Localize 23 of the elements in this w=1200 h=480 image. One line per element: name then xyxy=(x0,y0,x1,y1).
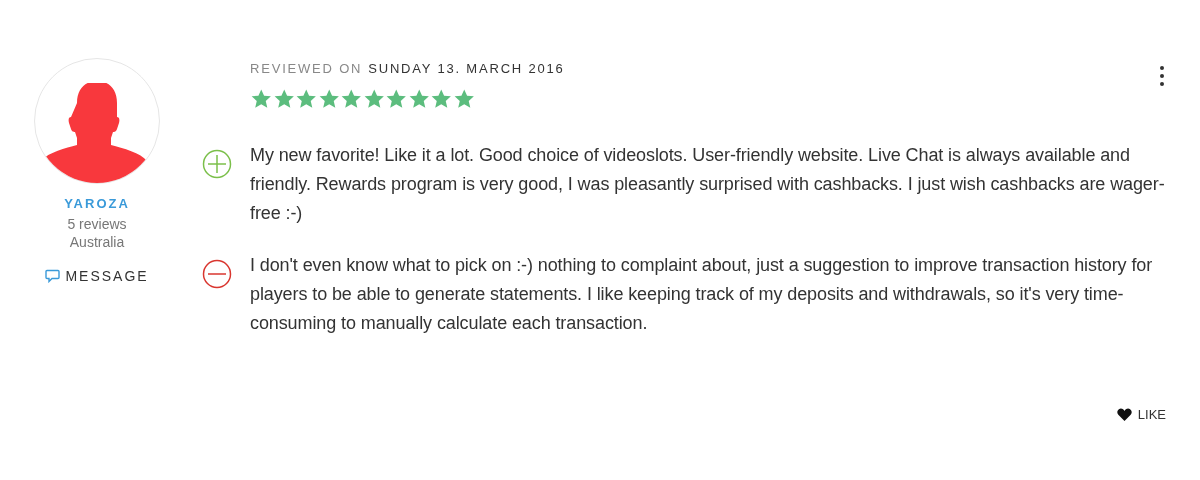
star-icon xyxy=(362,88,385,110)
message-link[interactable]: MESSAGE xyxy=(45,268,149,284)
reviewed-on-label: REVIEWED ON xyxy=(250,61,363,76)
star-icon xyxy=(272,88,295,110)
heart-icon xyxy=(1116,408,1132,421)
speech-bubble-icon xyxy=(45,269,61,283)
star-icon xyxy=(340,88,363,110)
minus-circle-icon xyxy=(202,259,232,289)
review-count: 5 reviews xyxy=(67,216,127,232)
more-options-icon[interactable] xyxy=(1160,66,1164,86)
plus-circle-icon xyxy=(202,149,232,179)
like-button[interactable]: LIKE xyxy=(1116,407,1166,422)
con-comment: I don't even know what to pick on :-) nothing to complaint about, just a suggestion to improve transaction history for players to be able to generate statements. I like keeping track of my deposits and withdrawals, so it's very time-consuming to manually calculate each transaction. xyxy=(250,254,1154,335)
star-icon xyxy=(295,88,318,110)
reviewer-country: Australia xyxy=(69,234,125,250)
star-icon xyxy=(250,88,273,110)
star-icon xyxy=(317,88,340,110)
star-icon xyxy=(452,88,475,110)
star-icon xyxy=(407,88,430,110)
star-icon xyxy=(385,88,408,110)
star-icon xyxy=(430,88,453,110)
pro-comment: My new favorite! Like it a lot. Good choice of videoslots. User-friendly website. Live Chat is always available and friendly. Rewards program is very good, I was pleasantly surprised with cashbacks. I just wish cashbacks are wager-free :-) xyxy=(250,144,1165,225)
review-date: SUNDAY 13. MARCH 2016 xyxy=(368,61,565,76)
